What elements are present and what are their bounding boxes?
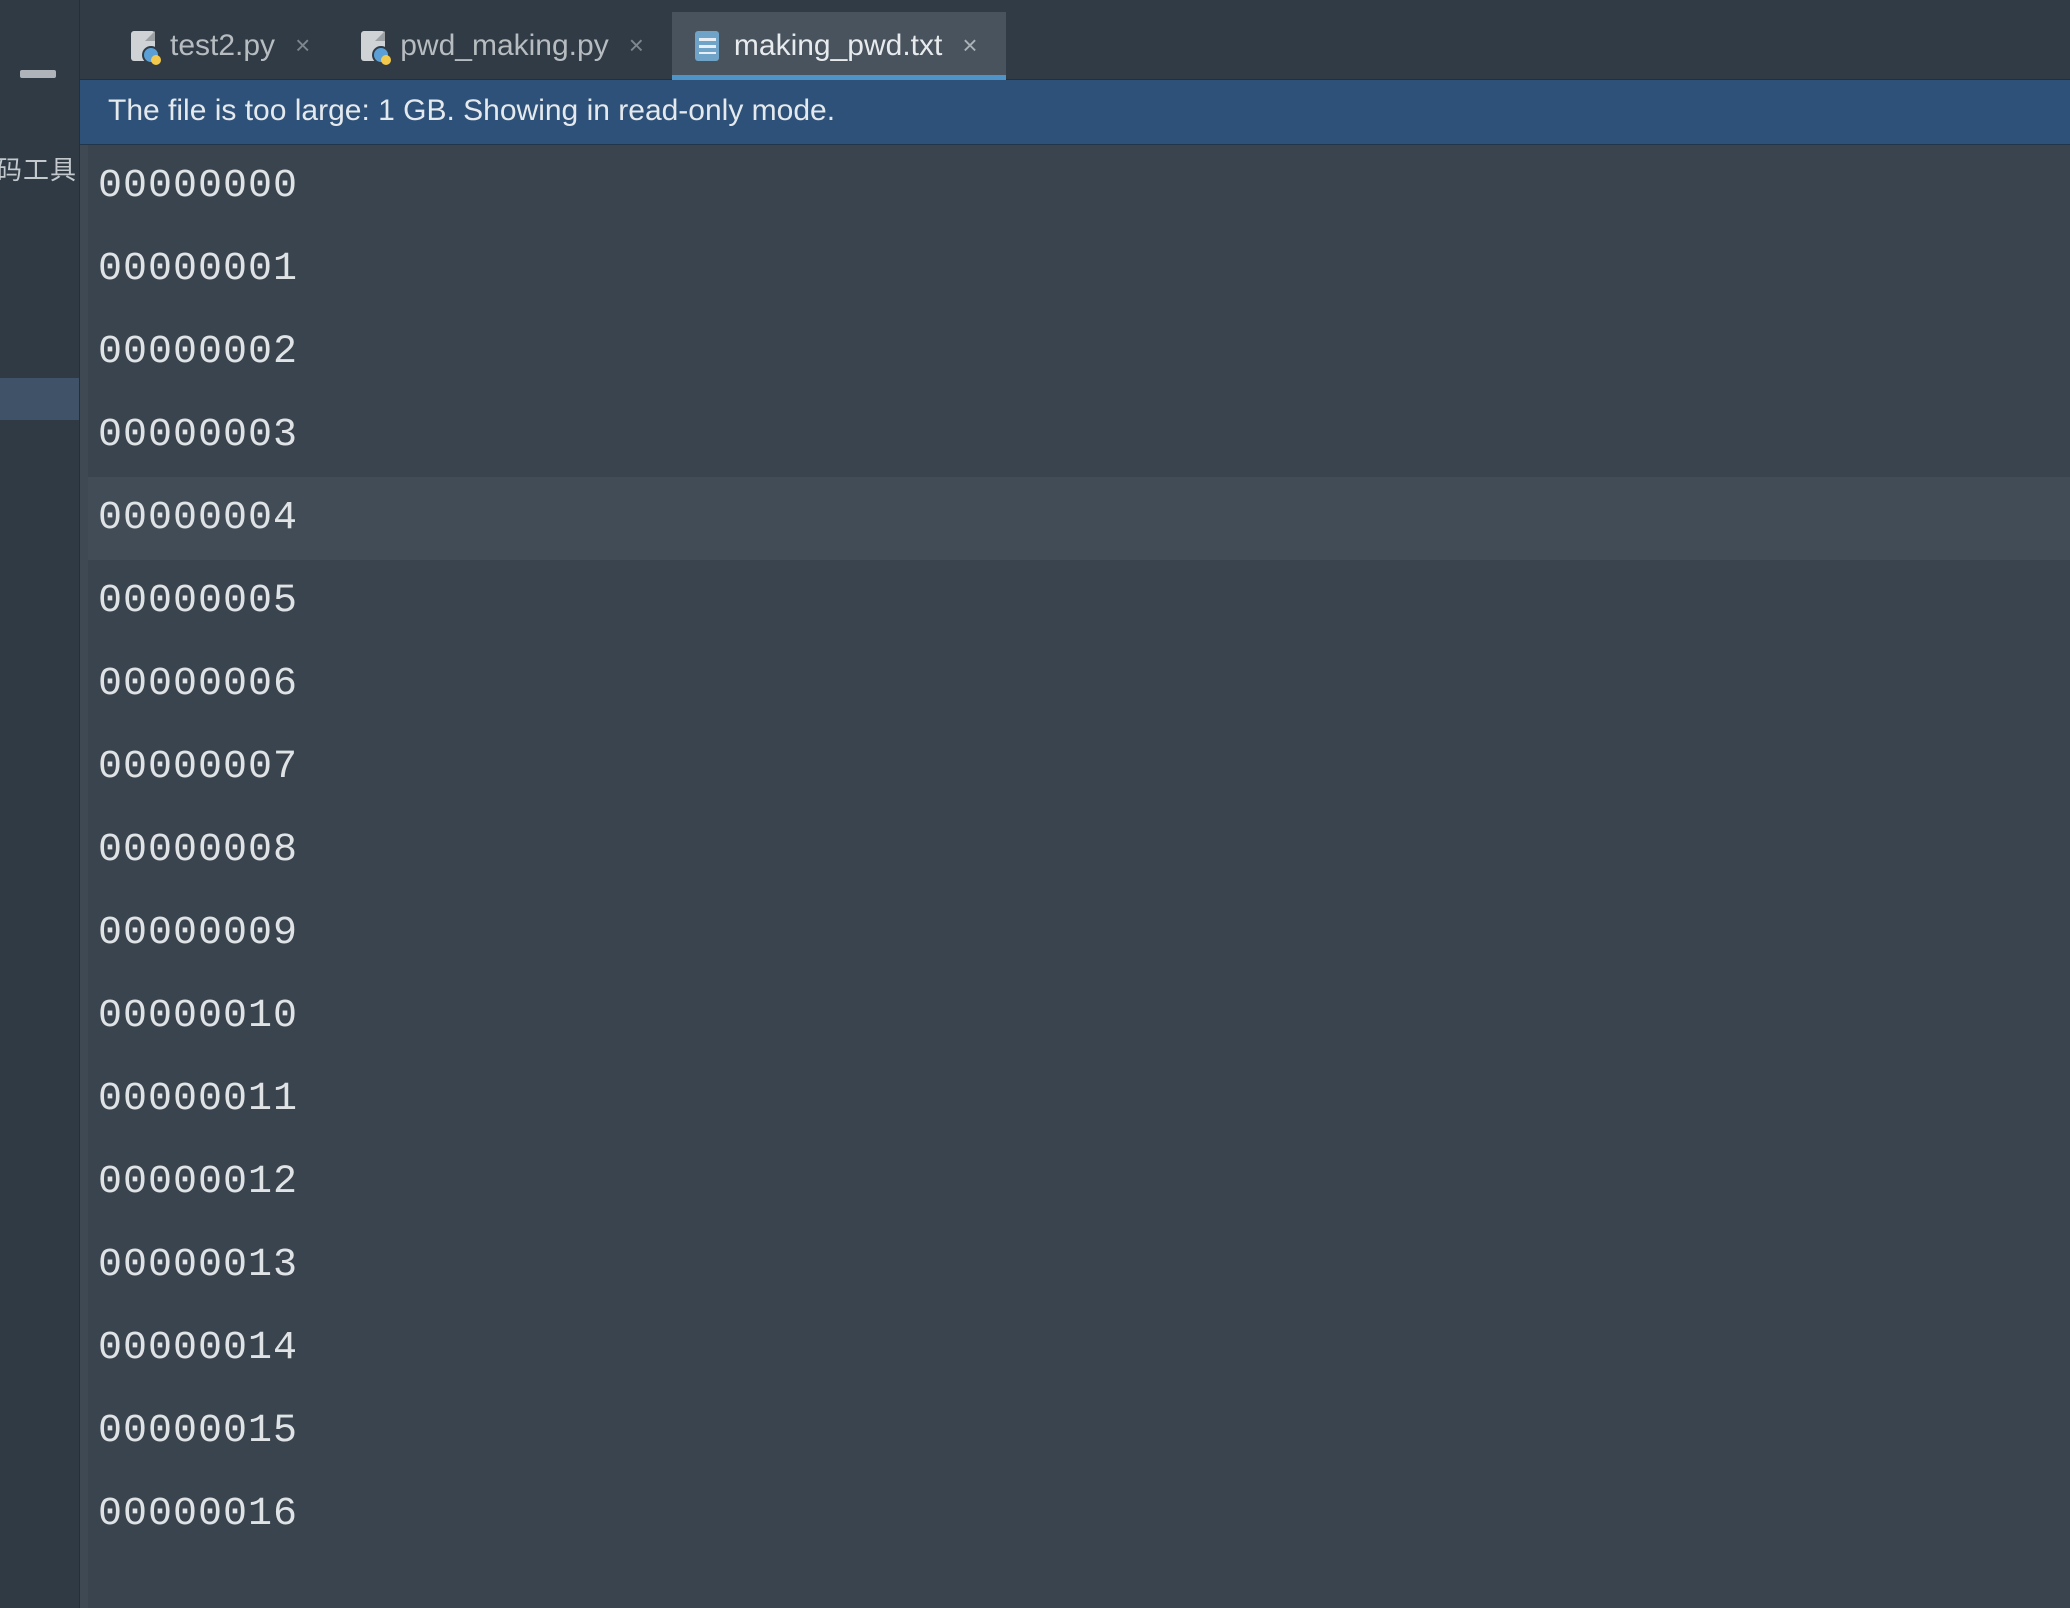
python-file-icon xyxy=(130,30,156,62)
python-file-icon xyxy=(360,30,386,62)
text-file-icon xyxy=(694,30,720,62)
editor-line[interactable]: 00000005 xyxy=(88,560,2070,643)
tab-close-icon[interactable]: × xyxy=(962,30,977,61)
editor-line[interactable]: 00000016 xyxy=(88,1473,2070,1556)
editor-line[interactable]: 00000014 xyxy=(88,1307,2070,1390)
editor-line[interactable]: 00000006 xyxy=(88,643,2070,726)
editor-line[interactable]: 00000003 xyxy=(88,394,2070,477)
editor-line[interactable]: 00000010 xyxy=(88,975,2070,1058)
readonly-banner: The file is too large: 1 GB. Showing in … xyxy=(80,80,2070,145)
editor-line[interactable]: 00000000 xyxy=(88,145,2070,228)
tab-label: pwd_making.py xyxy=(400,29,608,63)
editor-line[interactable]: 00000004 xyxy=(88,477,2070,560)
tab-label: making_pwd.txt xyxy=(734,29,942,63)
editor-line[interactable]: 00000011 xyxy=(88,1058,2070,1141)
editor-line[interactable]: 00000007 xyxy=(88,726,2070,809)
project-tool-window-collapsed[interactable]: 码工具 xyxy=(0,0,80,1608)
editor-line[interactable]: 00000009 xyxy=(88,892,2070,975)
tab-close-icon[interactable]: × xyxy=(295,30,310,61)
tab-close-icon[interactable]: × xyxy=(629,30,644,61)
editor-line[interactable]: 00000001 xyxy=(88,228,2070,311)
readonly-banner-text: The file is too large: 1 GB. Showing in … xyxy=(108,94,835,127)
editor-column: test2.py × pwd_making.py × making_pwd.txt × T… xyxy=(80,0,2070,1608)
collapse-handle-icon[interactable] xyxy=(20,70,56,78)
editor-line[interactable]: 00000012 xyxy=(88,1141,2070,1224)
editor-line[interactable]: 00000002 xyxy=(88,311,2070,394)
text-editor[interactable]: 0000000000000001000000020000000300000004… xyxy=(80,145,2070,1608)
tab-label: test2.py xyxy=(170,29,275,63)
editor-tab-test2-py[interactable]: test2.py × xyxy=(108,12,338,79)
tool-window-selection xyxy=(0,378,79,420)
tool-window-label: 码工具 xyxy=(0,150,77,187)
editor-tab-bar: test2.py × pwd_making.py × making_pwd.txt × xyxy=(80,0,2070,80)
ide-root: 码工具 test2.py×pwd_making.py×making_pwd.tx… xyxy=(0,0,2070,1608)
editor-line[interactable]: 00000013 xyxy=(88,1224,2070,1307)
editor-line[interactable]: 00000008 xyxy=(88,809,2070,892)
editor-tab-pwd-making-py[interactable]: pwd_making.py × xyxy=(338,12,672,79)
editor-line[interactable]: 00000015 xyxy=(88,1390,2070,1473)
editor-tab-making-pwd-txt[interactable]: making_pwd.txt × xyxy=(672,12,1006,79)
